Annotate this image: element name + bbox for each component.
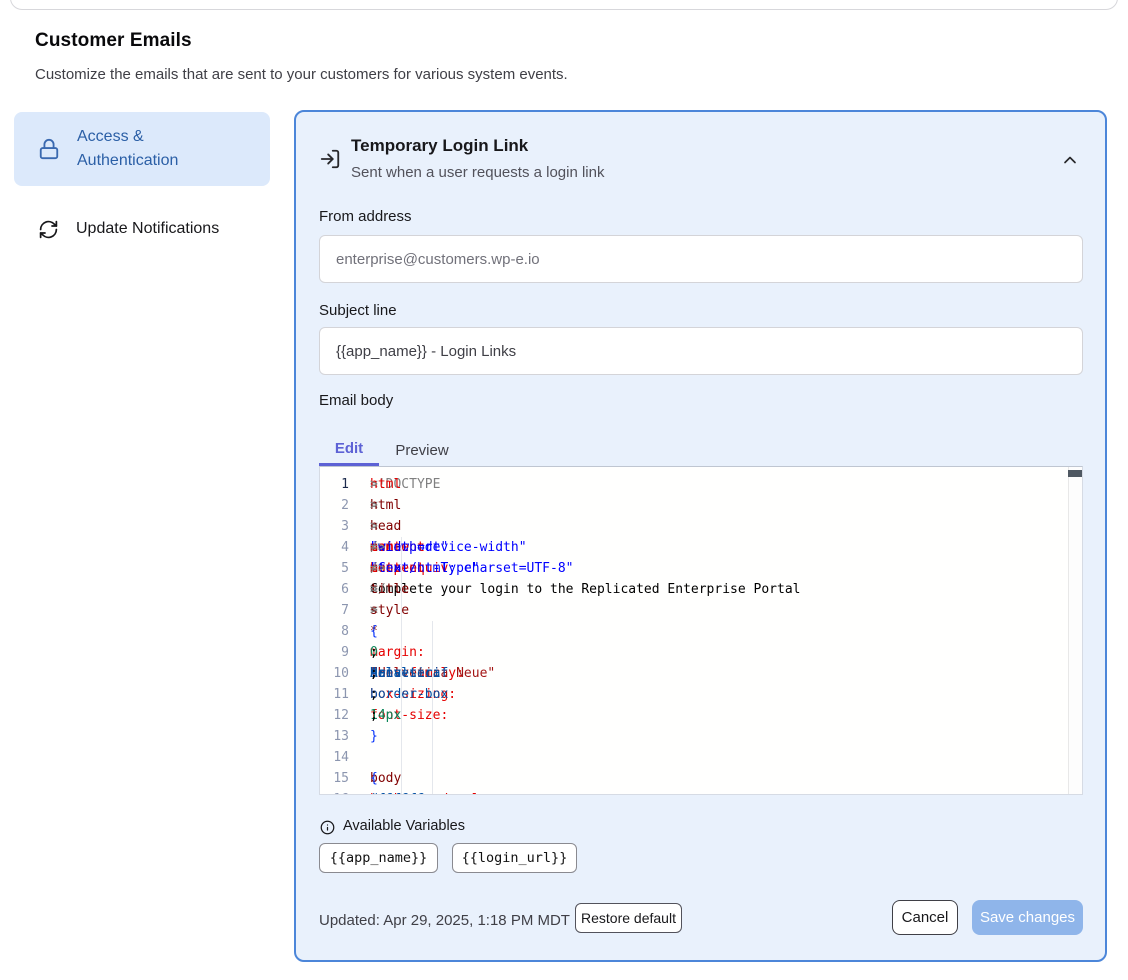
line-number: 6 (320, 579, 370, 600)
line-number: 12 (320, 705, 370, 726)
login-icon (319, 148, 341, 170)
code-line: 12 font-size: 14px; (320, 705, 1082, 726)
line-number: 3 (320, 516, 370, 537)
sidebar-item-label: Access & Authentication (77, 125, 217, 173)
line-number: 8 (320, 621, 370, 642)
chevron-up-icon[interactable] (1060, 150, 1080, 170)
code-line: 5 <meta http-equiv="Content-Type" conten… (320, 558, 1082, 579)
from-address-input[interactable] (319, 235, 1083, 283)
email-types-sidebar: Access & Authentication Update Notificat… (14, 112, 270, 251)
restore-default-button[interactable]: Restore default (575, 903, 682, 933)
code-line: 7 <style> (320, 600, 1082, 621)
email-body-label: Email body (319, 392, 393, 409)
card-subtitle: Sent when a user requests a login link (351, 164, 604, 181)
line-number: 4 (320, 537, 370, 558)
line-number: 13 (320, 726, 370, 747)
lock-icon (38, 138, 60, 160)
refresh-icon (38, 219, 59, 240)
line-number: 1 (320, 474, 370, 495)
code-line: 4 <meta name="viewport" content="width=d… (320, 537, 1082, 558)
sidebar-item-access-authentication[interactable]: Access & Authentication (14, 112, 270, 186)
code-line: 2<html> (320, 495, 1082, 516)
temporary-login-link-card: Temporary Login Link Sent when a user re… (294, 110, 1107, 962)
sidebar-item-update-notifications[interactable]: Update Notifications (14, 207, 270, 251)
cancel-button[interactable]: Cancel (892, 900, 958, 935)
save-changes-button[interactable]: Save changes (972, 900, 1083, 935)
code-line: 16 background-color: #f6f6f6; (320, 789, 1082, 795)
code-editor[interactable]: 1<!DOCTYPE html>2<html>3<head>4 <meta na… (319, 466, 1083, 795)
sidebar-item-label: Update Notifications (76, 217, 254, 241)
page-subtitle: Customize the emails that are sent to yo… (35, 66, 568, 83)
line-number: 2 (320, 495, 370, 516)
from-address-label: From address (319, 208, 412, 225)
line-number: 5 (320, 558, 370, 579)
line-number: 15 (320, 768, 370, 789)
variable-chip-app-name[interactable]: {{app_name}} (319, 843, 438, 873)
line-number: 10 (320, 663, 370, 684)
code-lines: 1<!DOCTYPE html>2<html>3<head>4 <meta na… (320, 474, 1082, 795)
card-title: Temporary Login Link (351, 136, 528, 156)
code-line: 15 body { (320, 768, 1082, 789)
email-body-tabs: Edit Preview (319, 434, 465, 466)
line-number: 9 (320, 642, 370, 663)
code-line: 8 * { (320, 621, 1082, 642)
updated-timestamp: Updated: Apr 29, 2025, 1:18 PM MDT (319, 910, 570, 932)
code-line: 3<head> (320, 516, 1082, 537)
code-line: 9 margin: 0; (320, 642, 1082, 663)
page-title: Customer Emails (35, 30, 192, 52)
code-line: 1<!DOCTYPE html> (320, 474, 1082, 495)
code-line: 11 box-sizing: border-box; (320, 684, 1082, 705)
editor-scrollbar-track[interactable] (1068, 467, 1082, 794)
available-variables-label: Available Variables (343, 818, 465, 834)
line-number: 14 (320, 747, 370, 768)
variable-chip-login-url[interactable]: {{login_url}} (452, 843, 577, 873)
line-number: 16 (320, 789, 370, 795)
code-line: 13 } (320, 726, 1082, 747)
info-icon (320, 820, 335, 835)
editor-scrollbar-thumb[interactable] (1068, 470, 1082, 477)
tab-preview[interactable]: Preview (379, 434, 465, 466)
code-line: 14 (320, 747, 1082, 768)
code-line: 6 <title>Complete your login to the Repl… (320, 579, 1082, 600)
line-number: 11 (320, 684, 370, 705)
line-number: 7 (320, 600, 370, 621)
code-line: 10 font-family: "Helvetica Neue", Helvet… (320, 663, 1082, 684)
subject-line-input[interactable] (319, 327, 1083, 375)
subject-line-label: Subject line (319, 302, 397, 319)
previous-card-bottom-edge (10, 0, 1118, 10)
tab-edit[interactable]: Edit (319, 434, 379, 466)
